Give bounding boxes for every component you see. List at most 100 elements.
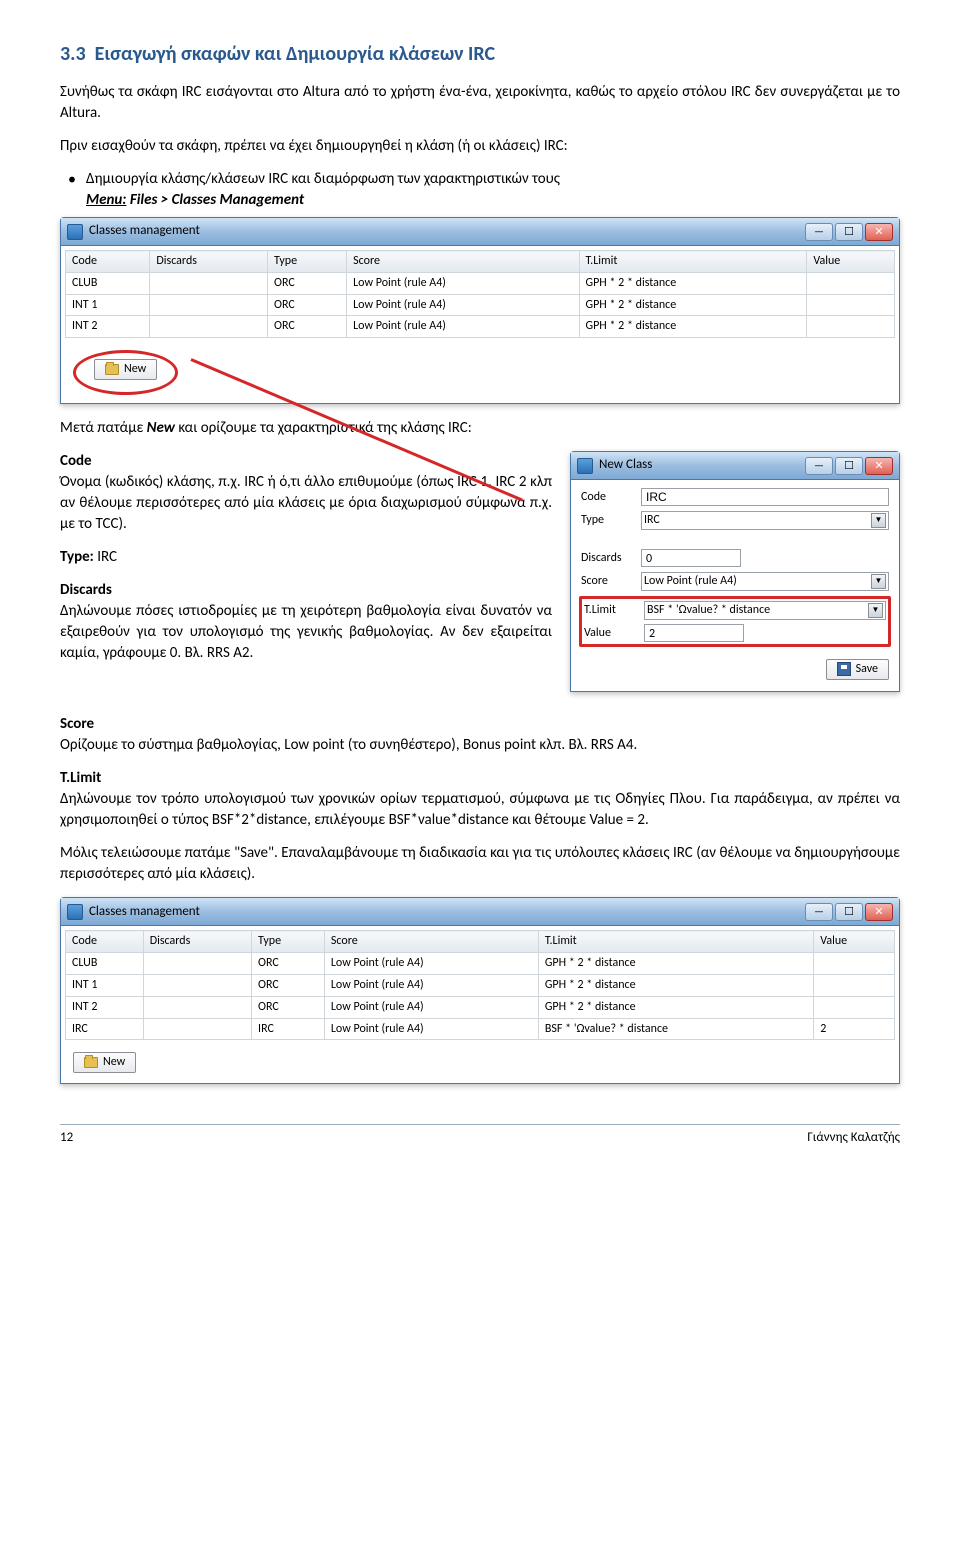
label-score: Score — [581, 573, 641, 590]
cell-tlimit: GPH * 2 * distance — [538, 953, 813, 975]
bullet-item: Δημιουργία κλάσης/κλάσεων IRC και διαμόρ… — [86, 169, 900, 211]
cell-score: Low Point (rule A4) — [347, 294, 579, 316]
label-type: Type — [581, 512, 641, 529]
col-type[interactable]: Type — [252, 931, 325, 953]
cell-value: 2 — [814, 1018, 895, 1040]
cell-type: ORC — [252, 953, 325, 975]
cell-tlimit: GPH * 2 * distance — [579, 294, 807, 316]
folder-icon — [105, 364, 119, 375]
col-tlimit[interactable]: T.Limit — [579, 251, 807, 273]
score-text: Ορίζουμε το σύστημα βαθμολογίας, Low poi… — [60, 736, 637, 754]
type-value: IRC — [644, 512, 660, 529]
new-button-2[interactable]: New — [73, 1052, 136, 1073]
section-number: 3.3 — [60, 42, 86, 66]
cell-tlimit: BSF * 'Ωvalue? * distance — [538, 1018, 813, 1040]
paragraph-2: Πριν εισαχθούν τα σκάφη, πρέπει να έχει … — [60, 136, 900, 157]
cell-score: Low Point (rule A4) — [324, 975, 538, 997]
new-button[interactable]: New — [94, 359, 157, 380]
window-icon — [67, 904, 83, 920]
window-icon — [67, 224, 83, 240]
minimize-button[interactable]: — — [805, 903, 833, 921]
save-icon — [837, 662, 851, 676]
bullet-text: Δημιουργία κλάσης/κλάσεων IRC και διαμόρ… — [86, 170, 560, 188]
cell-discards — [150, 272, 268, 294]
table-row[interactable]: INT 1 ORCLow Point (rule A4)GPH * 2 * dis… — [66, 975, 895, 997]
discards-text: Δηλώνουμε πόσες ιστιοδρομίες με τη χειρό… — [60, 602, 552, 662]
new-class-title: New Class — [599, 456, 652, 474]
table-row[interactable]: CLUBORCLow Point (rule A4)GPH * 2 * dist… — [66, 272, 895, 294]
cell-discards — [150, 294, 268, 316]
cell-score: Low Point (rule A4) — [347, 316, 579, 338]
cell-discards — [143, 996, 251, 1018]
col-tlimit[interactable]: T.Limit — [538, 931, 813, 953]
label-discards: Discards — [581, 550, 641, 567]
col-value[interactable]: Value — [807, 251, 895, 273]
cell-code: INT 2 — [66, 996, 144, 1018]
classes-table-2: Code Discards Type Score T.Limit Value C… — [65, 930, 895, 1040]
tlimit-value: BSF * 'Ωvalue? * distance — [647, 602, 770, 619]
section-title: Εισαγωγή σκαφών και Δημιουργία κλάσεων I… — [95, 42, 495, 66]
col-code[interactable]: Code — [66, 931, 144, 953]
cell-type: ORC — [252, 975, 325, 997]
cell-discards — [150, 316, 268, 338]
save-button[interactable]: Save — [826, 659, 889, 680]
close-button[interactable]: ✕ — [865, 903, 893, 921]
col-score[interactable]: Score — [347, 251, 579, 273]
chevron-down-icon: ▼ — [871, 513, 886, 528]
close-button[interactable]: ✕ — [865, 457, 893, 475]
col-discards[interactable]: Discards — [150, 251, 268, 273]
tlimit-select[interactable]: BSF * 'Ωvalue? * distance ▼ — [644, 601, 886, 620]
paragraph-3: Μετά πατάμε New και ορίζουμε τα χαρακτηρ… — [60, 418, 900, 439]
col-type[interactable]: Type — [268, 251, 347, 273]
section-heading: 3.3 Εισαγωγή σκαφών και Δημιουργία κλάσε… — [60, 40, 900, 68]
cell-value — [814, 953, 895, 975]
discards-input[interactable]: 0 — [641, 549, 741, 567]
col-value[interactable]: Value — [814, 931, 895, 953]
code-heading: Code — [60, 452, 92, 470]
col-score[interactable]: Score — [324, 931, 538, 953]
paragraph-final: Μόλις τελειώσουμε πατάμε "Save". Επαναλα… — [60, 843, 900, 885]
close-button[interactable]: ✕ — [865, 223, 893, 241]
cell-tlimit: GPH * 2 * distance — [538, 996, 813, 1018]
cell-code: INT 1 — [66, 975, 144, 997]
menu-path: Files > Classes Management — [130, 191, 304, 209]
cell-score: Low Point (rule A4) — [324, 996, 538, 1018]
type-select[interactable]: IRC ▼ — [641, 511, 889, 530]
cell-tlimit: GPH * 2 * distance — [538, 975, 813, 997]
label-tlimit: T.Limit — [584, 602, 644, 619]
table-row[interactable]: IRCIRCLow Point (rule A4)BSF * 'Ωvalue? … — [66, 1018, 895, 1040]
cell-value — [814, 996, 895, 1018]
cell-score: Low Point (rule A4) — [347, 272, 579, 294]
tlimit-text: Δηλώνουμε τον τρόπο υπολογισμού των χρον… — [60, 790, 900, 829]
cell-type: ORC — [252, 996, 325, 1018]
cell-discards — [143, 1018, 251, 1040]
col-code[interactable]: Code — [66, 251, 150, 273]
col-discards[interactable]: Discards — [143, 931, 251, 953]
maximize-button[interactable]: ☐ — [835, 903, 863, 921]
minimize-button[interactable]: — — [805, 457, 833, 475]
code-input[interactable] — [641, 488, 889, 506]
score-heading: Score — [60, 715, 94, 733]
discards-heading: Discards — [60, 581, 112, 599]
score-select[interactable]: Low Point (rule A4) ▼ — [641, 572, 889, 591]
cell-tlimit: GPH * 2 * distance — [579, 316, 807, 338]
value-input[interactable]: 2 — [644, 624, 744, 642]
maximize-button[interactable]: ☐ — [835, 457, 863, 475]
maximize-button[interactable]: ☐ — [835, 223, 863, 241]
table-row[interactable]: INT 2 ORCLow Point (rule A4)GPH * 2 * dis… — [66, 996, 895, 1018]
table-row[interactable]: INT 1ORCLow Point (rule A4)GPH * 2 * dis… — [66, 294, 895, 316]
type-heading: Type: — [60, 548, 94, 566]
cell-code: CLUB — [66, 272, 150, 294]
new-ref: New — [147, 419, 175, 437]
menu-label: Menu: — [86, 191, 126, 209]
cell-score: Low Point (rule A4) — [324, 953, 538, 975]
table-row[interactable]: CLUBORCLow Point (rule A4)GPH * 2 * dist… — [66, 953, 895, 975]
paragraph-1: Συνήθως τα σκάφη IRC εισάγονται στο Altu… — [60, 82, 900, 124]
new-button-label: New — [124, 361, 146, 378]
page-footer: 12 Γιάννης Καλατζής — [60, 1125, 900, 1167]
cell-type: ORC — [268, 294, 347, 316]
classes-table: Code Discards Type Score T.Limit Value C… — [65, 250, 895, 338]
minimize-button[interactable]: — — [805, 223, 833, 241]
cell-tlimit: GPH * 2 * distance — [579, 272, 807, 294]
table-row[interactable]: INT 2ORCLow Point (rule A4)GPH * 2 * dis… — [66, 316, 895, 338]
